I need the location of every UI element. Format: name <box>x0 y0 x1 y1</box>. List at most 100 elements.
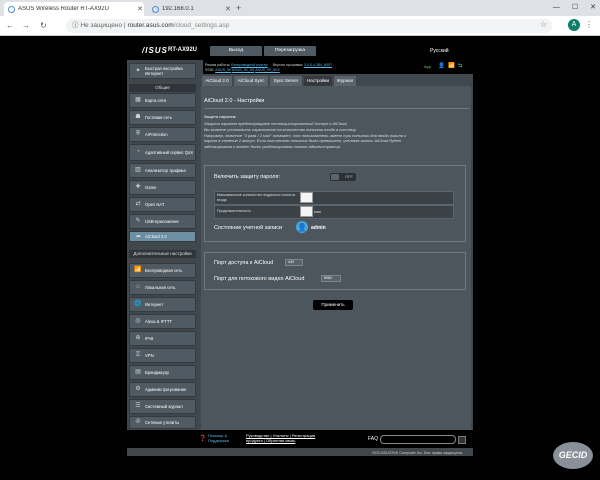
ssid-value[interactable]: ASUS_90 <box>215 68 231 72</box>
description-text: Защита паролем предотвращает несанкциони… <box>204 121 466 150</box>
sidebar-item-label: AiCloud 2.0 <box>145 234 167 239</box>
qos-icon: ◔ <box>136 149 140 155</box>
port-input[interactable]: 443 <box>285 259 303 266</box>
max-attempts-input[interactable] <box>300 192 313 203</box>
sidebar-item-administration[interactable]: ⚙ Администри-рование <box>129 382 196 397</box>
faq-search-input[interactable] <box>380 435 456 444</box>
open-nat-icon: ⇄ <box>135 201 141 207</box>
footer-links[interactable]: Руководство | Утилиты | Регистрация прод… <box>246 433 315 443</box>
duration-input[interactable] <box>300 206 313 217</box>
sidebar-item-label: Гостевая сеть <box>145 115 172 120</box>
tab-log[interactable]: Журнал <box>334 76 356 86</box>
sidebar-item-internet[interactable]: 🌐 Интернет <box>129 297 196 312</box>
sidebar-item-label: Администри-рование <box>145 387 187 392</box>
sidebar-item-lan[interactable]: ⌂ Локальная сеть <box>129 280 196 295</box>
firmware-label: Версия прошивки: <box>272 63 304 67</box>
firewall-icon: ▤ <box>135 369 141 375</box>
sidebar-item-label: Анализатор трафика <box>145 168 186 173</box>
sidebar-item-alexa-ifttt[interactable]: ◎ Alexa & IFTTT <box>129 314 196 329</box>
faq-label: FAQ <box>368 436 379 442</box>
lan-icon: ⌂ <box>136 284 140 290</box>
tab-aicloud-sync[interactable]: AiCloud Sync <box>234 76 268 86</box>
apply-button[interactable]: Применить <box>313 300 353 310</box>
stream-port-input[interactable]: 8082 <box>321 275 341 282</box>
sidebar-item-label: Локальная сеть <box>145 285 176 290</box>
reboot-button[interactable]: Перезагрузка <box>264 46 316 56</box>
alexa-icon: ◎ <box>135 318 141 324</box>
footer-link-line[interactable]: продукта | Обратная связь <box>246 438 315 443</box>
new-tab-button[interactable]: + <box>236 2 241 14</box>
wireless-icon: 📶 <box>134 267 142 273</box>
sidebar-item-traffic-analyzer[interactable]: ▥ Анализатор трафика <box>129 163 196 178</box>
sidebar-item-game[interactable]: ✚ Game <box>129 180 196 195</box>
user-icon[interactable]: 👤 <box>438 63 445 69</box>
forward-icon[interactable]: → <box>22 20 30 32</box>
sidebar-item-open-nat[interactable]: ⇄ Open NAT <box>129 197 196 212</box>
browser-tab-router[interactable]: ASUS Wireless Router RT-AX92U ✕ <box>4 2 144 16</box>
ssid-value[interactable]: ASUS_90_5G2 <box>255 68 280 72</box>
help-support-link[interactable]: Помощь & Поддержка <box>208 433 229 443</box>
sidebar-item-ipv6[interactable]: ⊕ IPv6 <box>129 331 196 346</box>
wifi-icon[interactable]: 📶 <box>448 63 455 69</box>
sidebar-item-label: Alexa & IFTTT <box>145 319 172 324</box>
help-line: Поддержка <box>208 438 229 443</box>
language-select[interactable]: Русский <box>430 48 449 54</box>
sidebar-item-aicloud[interactable]: ☁ AiCloud 2.0 <box>129 231 196 242</box>
sidebar-item-wireless[interactable]: 📶 Беспроводная сеть <box>129 263 196 278</box>
tab-aicloud[interactable]: AiCloud 2.0 <box>202 76 232 86</box>
guest-network-icon: ☗ <box>135 114 141 120</box>
enable-password-label: Включить защиту пароля: <box>214 174 280 180</box>
maximize-icon[interactable]: ☐ <box>572 2 578 14</box>
sidebar-item-vpn[interactable]: ⚿ VPN <box>129 348 196 363</box>
mode-link[interactable]: Беспроводной роутер <box>231 63 267 67</box>
close-window-icon[interactable]: ✕ <box>590 2 596 14</box>
port-label: Порт доступа к AiCloud <box>214 260 274 266</box>
bookmark-star-icon[interactable]: ☆ <box>540 20 547 29</box>
reload-icon[interactable]: ↻ <box>40 20 47 32</box>
globe-icon <box>8 5 15 13</box>
account-status-label: Состояние учетной записи <box>214 225 283 231</box>
logout-button[interactable]: Выход <box>210 46 262 56</box>
sidebar-item-system-log[interactable]: ☰ Системный журнал <box>129 399 196 414</box>
sidebar-item-network-tools[interactable]: ✇ Сетевые утилиты <box>129 416 196 429</box>
max-attempts-label: Максимальное количество неудачных попыто… <box>217 193 296 202</box>
close-tab-icon[interactable]: ✕ <box>224 5 232 13</box>
ports-box <box>204 252 466 290</box>
sidebar-item-firewall[interactable]: ▤ Брандмауэр <box>129 365 196 380</box>
sidebar-item-label: Интернет <box>145 302 164 307</box>
vpn-icon: ⚿ <box>135 352 141 358</box>
browser-tab-ip[interactable]: 192.168.0.1 ✕ <box>148 2 232 16</box>
user-avatar-icon: 👤 <box>296 221 308 233</box>
url-separator: | <box>123 22 126 29</box>
url-path: /cloud_settings.asp <box>173 22 230 29</box>
ssid-value[interactable]: ASUS_90_5G <box>232 68 255 72</box>
quick-setup-button[interactable]: ✦ Быстрая настройка Интернет <box>129 63 196 79</box>
asus-logo: /ISUS <box>142 46 168 55</box>
info-line-mode: Режим работы: Беспроводной роутер Версия… <box>205 63 332 67</box>
password-toggle[interactable]: OFF <box>330 173 356 181</box>
back-icon[interactable]: ← <box>6 20 14 32</box>
mode-label: Режим работы: <box>205 63 231 67</box>
usb-icon[interactable]: ⇆ <box>458 63 463 69</box>
sidebar-item-usb-app[interactable]: ✎ USB-приложение <box>129 214 196 229</box>
tab-settings[interactable]: Настройки <box>304 76 332 86</box>
faq-search-button[interactable] <box>458 436 466 444</box>
sidebar-item-qos[interactable]: ◔ Адаптивный сервис QoS <box>129 144 196 161</box>
sidebar-item-network-map[interactable]: ▦ Карта сети <box>129 93 196 108</box>
firmware-link[interactable]: 3.0.0.4.384_8057 <box>304 63 332 67</box>
url-field[interactable]: ⓘ Не защищено | router.asus.com/cloud_se… <box>66 19 552 33</box>
sidebar-item-label: Адаптивный сервис QoS <box>145 150 194 155</box>
app-label[interactable]: App <box>424 64 431 69</box>
toggle-knob <box>331 174 339 180</box>
globe-icon <box>152 5 159 13</box>
tab-sync-server[interactable]: Sync Server <box>270 76 302 86</box>
sidebar-item-guest-network[interactable]: ☗ Гостевая сеть <box>129 110 196 125</box>
sidebar-item-aiprotection[interactable]: ⛨ AiProtection <box>129 127 196 142</box>
browser-menu-icon[interactable]: ⋮ <box>585 19 593 31</box>
close-tab-icon[interactable]: ✕ <box>136 5 144 13</box>
profile-avatar[interactable]: A <box>568 19 580 31</box>
sidebar-item-label: IPv6 <box>145 336 154 341</box>
minimize-icon[interactable]: — <box>553 2 560 14</box>
sidebar-item-label: Беспроводная сеть <box>145 268 183 273</box>
section-general: Общие <box>129 84 196 92</box>
